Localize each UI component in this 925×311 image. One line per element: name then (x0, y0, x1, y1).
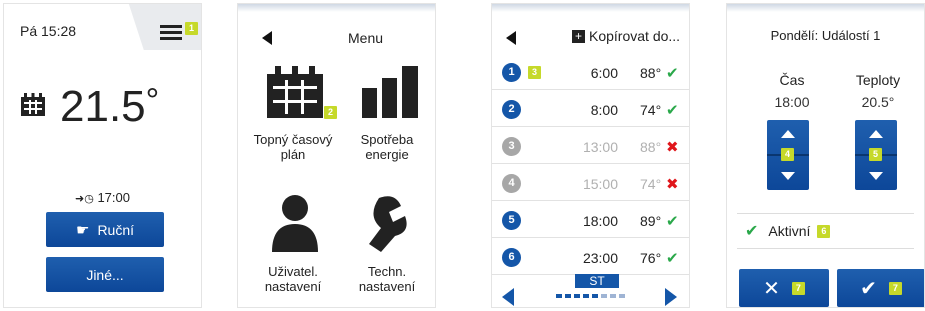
checkmark-icon: ✔ (860, 277, 877, 300)
close-icon: ✕ (763, 277, 780, 300)
active-check-icon[interactable]: ✔ (666, 101, 679, 119)
time-value: 18:00 (774, 94, 810, 110)
schedule-icon (267, 66, 323, 118)
copy-button[interactable]: + Kopírovat do... (572, 28, 680, 44)
back-arrow-icon[interactable] (262, 31, 272, 45)
event-number: 3 (502, 137, 521, 156)
badge-3: 3 (528, 66, 541, 79)
event-time: 6:00 (590, 64, 618, 81)
back-arrow-icon[interactable] (506, 31, 516, 45)
menu-icon[interactable] (160, 25, 182, 43)
event-time: 13:00 (582, 138, 618, 155)
event-number: 5 (502, 211, 521, 230)
current-temperature: 21.5° (60, 82, 160, 131)
time-label: Čas (779, 72, 805, 88)
user-settings-label: Uživatel. nastavení (264, 264, 322, 294)
temperature-value: 20.5° (861, 94, 895, 110)
schedule-row[interactable]: 4 15:00 74° ✖ (492, 167, 689, 201)
event-time: 18:00 (582, 212, 618, 229)
next-day-arrow-icon[interactable] (665, 288, 677, 306)
active-toggle[interactable]: ✔ Aktivní 6 (737, 213, 914, 249)
heating-schedule-item[interactable]: 2 Topný časový plán (248, 66, 338, 176)
event-temperature: 74° (640, 175, 662, 192)
energy-consumption-item[interactable]: Spotřeba energie (342, 66, 432, 176)
event-number: 6 (502, 248, 521, 267)
event-edit-screen: Pondělí: Událostí 1 Čas Teploty 18:00 20… (726, 3, 925, 308)
energy-chart-icon (362, 66, 418, 118)
inactive-cross-icon[interactable]: ✖ (666, 138, 679, 156)
heating-schedule-label: Topný časový plán (253, 132, 333, 162)
badge-4: 4 (781, 148, 794, 161)
wrench-icon (369, 196, 407, 252)
tech-settings-item[interactable]: Techn. nastavení (342, 194, 432, 304)
calendar-icon (21, 93, 45, 116)
prev-day-arrow-icon[interactable] (502, 288, 514, 306)
event-time: 8:00 (590, 101, 618, 118)
tech-settings-label: Techn. nastavení (358, 264, 416, 294)
energy-consumption-label: Spotřeba energie (360, 132, 414, 162)
next-event: ➜◷ 17:00 (75, 190, 130, 205)
event-temperature: 74° (640, 101, 662, 118)
event-temperature: 89° (640, 212, 662, 229)
schedule-row[interactable]: 5 18:00 89° ✔ (492, 204, 689, 238)
manual-button[interactable]: ☛ Ruční (46, 212, 164, 247)
time-up-icon[interactable] (781, 130, 795, 138)
clock: Pá 15:28 (20, 23, 77, 39)
badge-2: 2 (324, 106, 337, 119)
schedule-row[interactable]: 3 13:00 88° ✖ (492, 130, 689, 164)
event-temperature: 88° (640, 138, 662, 155)
copy-icon: + (572, 29, 585, 43)
check-icon: ✔ (745, 223, 759, 240)
other-button[interactable]: Jiné... (46, 257, 164, 292)
schedule-row[interactable]: 2 8:00 74° ✔ (492, 93, 689, 127)
temp-up-icon[interactable] (869, 130, 883, 138)
next-event-icon: ➜◷ (75, 193, 94, 205)
event-time: 15:00 (582, 175, 618, 192)
temp-down-icon[interactable] (869, 172, 883, 180)
event-number: 4 (502, 174, 521, 193)
menu-screen: Menu 2 Topný časový plán Spotřeba energi… (237, 3, 436, 308)
hand-icon: ☛ (75, 221, 90, 239)
cancel-button[interactable]: ✕ 7 (739, 269, 829, 307)
event-number: 2 (502, 100, 521, 119)
active-check-icon[interactable]: ✔ (666, 249, 679, 267)
event-temperature: 88° (640, 64, 662, 81)
event-time: 23:00 (582, 249, 618, 266)
confirm-button[interactable]: ✔ 7 (837, 269, 924, 307)
badge-6: 6 (817, 224, 831, 238)
inactive-cross-icon[interactable]: ✖ (666, 175, 679, 193)
event-temperature: 76° (640, 249, 662, 266)
badge-5: 5 (869, 148, 882, 161)
user-icon (272, 195, 318, 252)
temperature-label: Teploty (855, 72, 901, 88)
schedule-screen: + Kopírovat do... 1 3 6:00 88° ✔ 2 8:00 74° ✔ 3 13… (491, 3, 690, 308)
user-settings-item[interactable]: Uživatel. nastavení (248, 194, 338, 304)
time-down-icon[interactable] (781, 172, 795, 180)
event-number: 1 (502, 63, 521, 82)
schedule-row[interactable]: 1 3 6:00 88° ✔ (492, 56, 689, 90)
badge-7-confirm: 7 (888, 281, 902, 295)
badge-1: 1 (185, 22, 198, 35)
time-stepper[interactable]: 4 (767, 120, 809, 190)
menu-title: Menu (348, 30, 384, 46)
event-title: Pondělí: Událostí 1 (770, 28, 881, 43)
schedule-row[interactable]: 6 23:00 76° ✔ (492, 241, 689, 275)
badge-7-cancel: 7 (791, 281, 805, 295)
day-label: ST (575, 274, 619, 288)
home-screen: Pá 15:28 1 21.5° ➜◷ 17:00 ☛ Ruční Jiné..… (3, 3, 202, 308)
day-indicator (556, 294, 625, 298)
temperature-stepper[interactable]: 5 (855, 120, 897, 190)
active-check-icon[interactable]: ✔ (666, 212, 679, 230)
active-check-icon[interactable]: ✔ (666, 64, 679, 82)
